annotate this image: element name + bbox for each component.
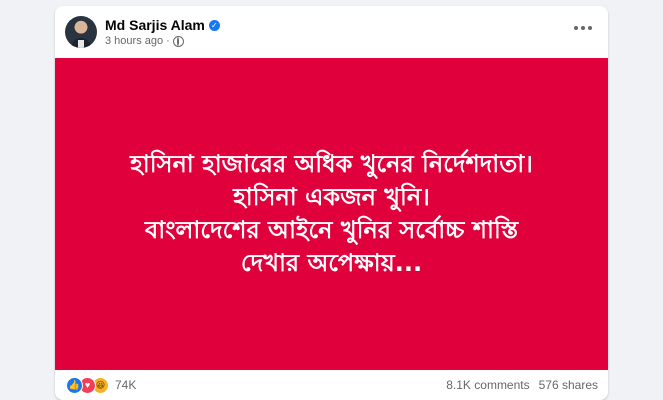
post-timestamp[interactable]: 3 hours ago bbox=[105, 35, 163, 47]
like-icon: 👍 bbox=[66, 376, 83, 394]
shares-count[interactable]: 576 shares bbox=[539, 378, 598, 392]
post-image[interactable]: হাসিনা হাজারের অধিক খুনের নির্দেশদাতা। হ… bbox=[55, 58, 608, 370]
post-header: Md Sarjis Alam ✓ 3 hours ago · bbox=[55, 6, 608, 58]
avatar-collar bbox=[78, 40, 84, 48]
post-card: Md Sarjis Alam ✓ 3 hours ago · হাসিনা হা… bbox=[55, 6, 608, 400]
image-text-line: হাসিনা একজন খুনি। bbox=[233, 183, 430, 211]
reaction-count[interactable]: 74K bbox=[115, 378, 136, 392]
more-dot bbox=[588, 26, 592, 30]
image-text-line: দেখার অপেক্ষায়... bbox=[240, 249, 423, 277]
engagement-stats: 8.1K comments 576 shares bbox=[446, 378, 598, 392]
globe-icon[interactable] bbox=[172, 35, 184, 47]
verified-badge-icon: ✓ bbox=[208, 19, 220, 31]
author-line: Md Sarjis Alam ✓ bbox=[105, 17, 220, 33]
meta-separator: · bbox=[166, 35, 170, 47]
more-options-icon[interactable] bbox=[572, 24, 594, 32]
image-text-line: হাসিনা হাজারের অধিক খুনের নির্দেশদাতা। bbox=[130, 150, 533, 178]
more-dot bbox=[574, 26, 578, 30]
image-text: হাসিনা হাজারের অধিক খুনের নির্দেশদাতা। হ… bbox=[130, 148, 533, 280]
post-meta: 3 hours ago · bbox=[105, 35, 184, 47]
avatar[interactable] bbox=[65, 16, 97, 48]
image-text-line: বাংলাদেশের আইনে খুনির সর্বোচ্চ শাস্তি bbox=[144, 216, 519, 244]
more-dot bbox=[581, 26, 585, 30]
comments-count[interactable]: 8.1K comments bbox=[446, 378, 529, 392]
post-footer: 👍 ♥ 😆 74K 8.1K comments 576 shares bbox=[55, 370, 608, 400]
author-name[interactable]: Md Sarjis Alam bbox=[105, 17, 205, 33]
reactions-summary[interactable]: 👍 ♥ 😆 74K bbox=[66, 376, 136, 394]
